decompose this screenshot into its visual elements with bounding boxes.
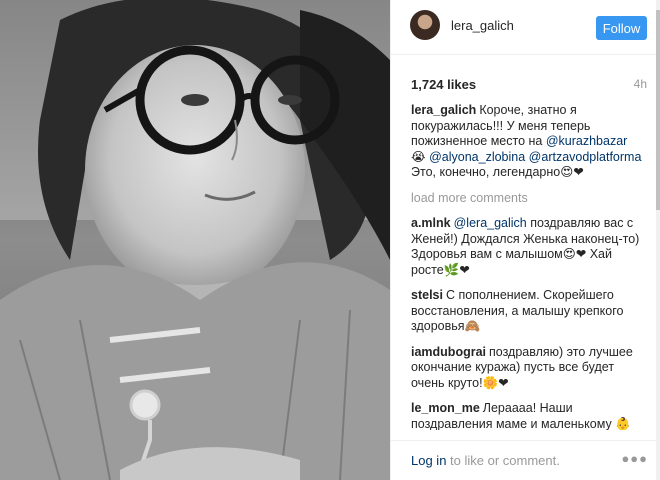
comments-list: lera_galich Короче, знатно я покуражилась… xyxy=(411,103,643,430)
post-footer: Log in to like or comment. ●●● xyxy=(391,440,660,480)
post-header: lera_galich Follow xyxy=(391,0,660,55)
caption-author[interactable]: lera_galich xyxy=(411,103,476,117)
post-sidebar: lera_galich Follow 1,724 likes 4h lera_g… xyxy=(390,0,660,480)
follow-button[interactable]: Follow xyxy=(596,16,647,40)
login-prompt: Log in to like or comment. xyxy=(411,453,560,468)
comment-author[interactable]: stelsi xyxy=(411,288,443,302)
caption-text: Это, конечно, легендарно😍❤ xyxy=(411,165,584,179)
scrollbar-thumb[interactable] xyxy=(656,10,660,210)
mention-link[interactable]: @lera_galich xyxy=(454,216,527,230)
comment: a.mlnk @lera_galich поздравляю вас с Жене… xyxy=(411,216,643,278)
comment: iamdubograi поздравляю) это лучшее оконча… xyxy=(411,345,643,392)
comment-author[interactable]: iamdubograi xyxy=(411,345,486,359)
mention-link[interactable]: @artzavodplatforma xyxy=(529,150,642,164)
post-photo[interactable] xyxy=(0,0,390,480)
mention-link[interactable]: @kurazhbazar xyxy=(546,134,627,148)
comment: stelsi С пополнением. Скорейшего восстано… xyxy=(411,288,643,335)
username-link[interactable]: lera_galich xyxy=(451,18,514,33)
scrollbar[interactable] xyxy=(656,0,660,480)
login-text: to like or comment. xyxy=(446,453,560,468)
likes-count[interactable]: 1,724 likes xyxy=(411,77,476,92)
caption-text: 😭 xyxy=(411,149,430,164)
caption: lera_galich Короче, знатно я покуражилась… xyxy=(411,103,643,181)
more-options-icon[interactable]: ●●● xyxy=(621,451,648,466)
login-link[interactable]: Log in xyxy=(411,453,446,468)
photo-content-icon xyxy=(0,0,390,480)
comment-author[interactable]: le_mon_me xyxy=(411,401,480,415)
comment-author[interactable]: a.mlnk xyxy=(411,216,451,230)
post-time[interactable]: 4h xyxy=(634,77,647,91)
avatar[interactable] xyxy=(410,10,440,40)
load-more-comments[interactable]: load more comments xyxy=(411,191,643,207)
comment: le_mon_me Лераааа! Наши поздравления маме… xyxy=(411,401,643,430)
mention-link[interactable]: @alyona_zlobina xyxy=(429,150,525,164)
